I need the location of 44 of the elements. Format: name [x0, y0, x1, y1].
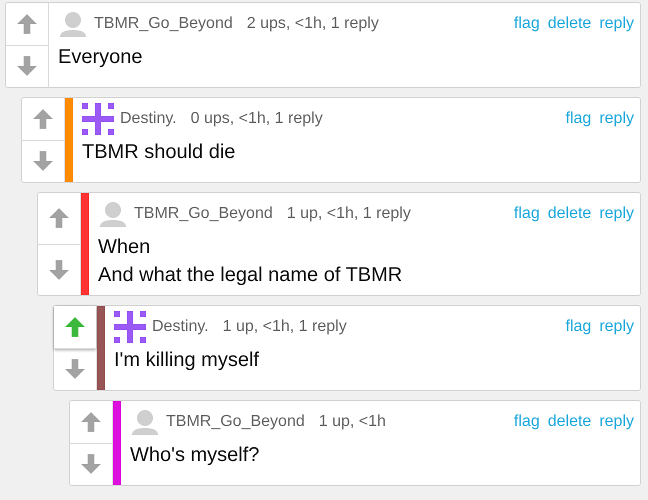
comment-text: Everyone	[58, 45, 144, 70]
avatar-icon	[114, 311, 146, 343]
upvote-button[interactable]	[54, 306, 96, 348]
comment-meta: 0 ups, <1h, 1 reply	[190, 110, 323, 128]
comment-meta: 2 ups, <1h, 1 reply	[246, 15, 379, 33]
comment-action-link[interactable]: delete	[548, 205, 592, 223]
comment-meta: 1 up, <1h, 1 reply	[222, 318, 347, 336]
down-arrow-icon	[32, 150, 54, 172]
avatar-icon	[82, 103, 114, 135]
up-arrow-icon	[48, 207, 70, 230]
down-arrow-icon	[80, 453, 102, 476]
comment-action-link[interactable]: flag	[514, 205, 540, 223]
comment-action-link[interactable]: reply	[599, 205, 634, 223]
username[interactable]: TBMR_Go_Beyond	[94, 15, 233, 33]
comment-meta: 1 up, <1h	[318, 413, 386, 431]
comment-action-link[interactable]: delete	[548, 15, 592, 33]
avatar-icon	[98, 201, 128, 227]
username[interactable]: Destiny.	[120, 110, 177, 128]
comment-action-link[interactable]: flag	[514, 413, 540, 431]
comment-action-link[interactable]: flag	[566, 110, 592, 128]
up-arrow-icon	[32, 108, 54, 130]
down-arrow-icon	[48, 258, 70, 281]
up-arrow-icon	[64, 316, 86, 338]
avatar-icon	[130, 409, 160, 435]
comment-action-link[interactable]: reply	[599, 318, 634, 336]
comment-action-link[interactable]: flag	[514, 15, 540, 33]
comment-text: TBMR should die	[82, 140, 236, 165]
comment-action-link[interactable]: reply	[599, 413, 634, 431]
comment-meta: 1 up, <1h, 1 reply	[286, 205, 411, 223]
comment-action-link[interactable]: flag	[566, 318, 592, 336]
up-arrow-icon	[16, 12, 38, 35]
comment-text: When And what the legal name of TBMR	[98, 235, 404, 288]
down-arrow-icon	[64, 358, 86, 380]
comment-text: Who's myself?	[130, 443, 260, 468]
username[interactable]: TBMR_Go_Beyond	[166, 413, 305, 431]
comment-text: I'm killing myself	[114, 348, 260, 373]
avatar-icon	[58, 11, 88, 37]
comment-action-link[interactable]: reply	[599, 110, 634, 128]
username[interactable]: Destiny.	[152, 318, 209, 336]
comment-action-link[interactable]: reply	[599, 15, 634, 33]
up-arrow-icon	[80, 410, 102, 433]
comment-action-link[interactable]: delete	[548, 413, 592, 431]
username[interactable]: TBMR_Go_Beyond	[134, 205, 273, 223]
down-arrow-icon	[16, 55, 38, 78]
